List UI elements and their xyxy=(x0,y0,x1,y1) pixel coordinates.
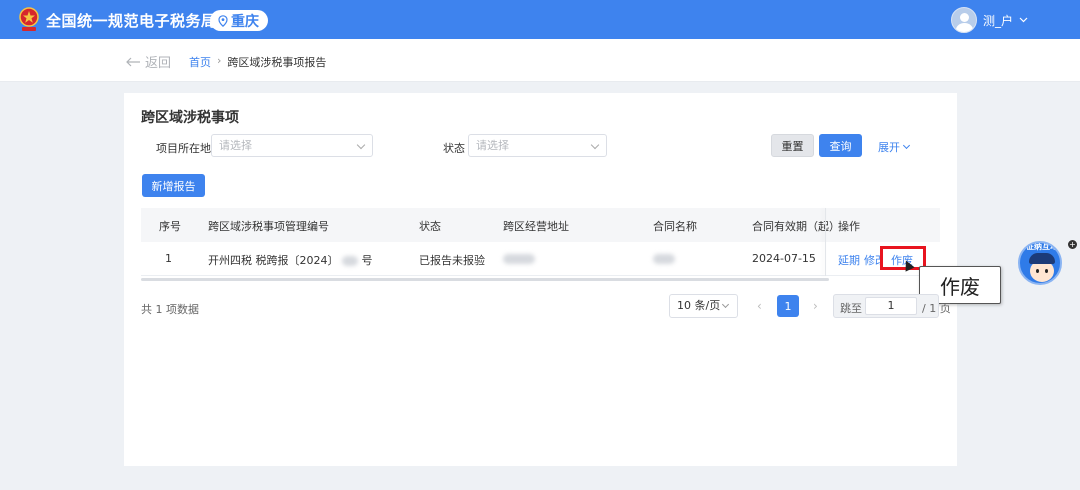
breadcrumb-separator: › xyxy=(217,54,222,67)
status-select-placeholder: 请选择 xyxy=(476,139,509,152)
table-row: 1 开州四税 税跨报〔2024〕 号 已报告未报验 2024-07-15 延期 … xyxy=(141,242,940,276)
assistant-avatar-icon: 征纳互动 xyxy=(1018,241,1062,285)
assistant-eye xyxy=(1036,269,1039,273)
column-header-status: 状态 xyxy=(419,220,441,233)
row-code-suffix: 号 xyxy=(361,254,373,267)
user-menu[interactable]: 测_户 xyxy=(950,7,1028,33)
next-page-button[interactable]: › xyxy=(813,299,818,313)
reset-button[interactable]: 重置 xyxy=(771,134,814,157)
chevron-down-icon xyxy=(1019,17,1028,23)
site-title: 全国统一规范电子税务局 xyxy=(46,12,217,30)
table-header: 序号 跨区域涉税事项管理编号 状态 跨区经营地址 合同名称 合同有效期（起） 操… xyxy=(141,208,940,242)
horizontal-scrollbar[interactable] xyxy=(141,278,829,281)
chevron-down-icon xyxy=(356,140,366,150)
location-select[interactable]: 请选择 xyxy=(211,134,373,157)
breadcrumb: 首页 › 跨区域涉税事项报告 xyxy=(189,54,326,70)
top-header: 全国统一规范电子税务局 重庆 测_户 xyxy=(0,0,1080,39)
breadcrumb-bar: 返回 首页 › 跨区域涉税事项报告 xyxy=(0,39,1080,82)
row-contract-name xyxy=(653,252,675,265)
row-code: 开州四税 税跨报〔2024〕 号 xyxy=(208,252,373,268)
row-status: 已报告未报验 xyxy=(419,254,485,267)
region-selector[interactable]: 重庆 xyxy=(210,10,268,31)
page-jumper: 跳至 1 / 1 页 xyxy=(833,294,951,318)
expand-filters-link[interactable]: 展开 xyxy=(878,139,911,155)
row-valid-from: 2024-07-15 xyxy=(752,252,816,265)
assistant-label: 征纳互动 xyxy=(1026,242,1058,251)
expand-label: 展开 xyxy=(878,141,900,154)
jump-label: 跳至 xyxy=(840,302,862,315)
main-panel: 跨区域涉税事项 项目所在地 请选择 状态 请选择 重置 查询 展开 新增报告 序… xyxy=(124,93,1001,466)
total-count: 共 1 项数据 xyxy=(141,303,199,316)
back-label: 返回 xyxy=(145,56,172,71)
breadcrumb-home-link[interactable]: 首页 xyxy=(189,54,211,70)
assistant-widget[interactable]: 征纳互动 xyxy=(1018,241,1063,291)
chevron-down-icon xyxy=(902,141,911,150)
user-name: 测_户 xyxy=(982,13,1013,28)
page-size-value: 10 条/页 xyxy=(677,299,721,312)
fixed-column-divider xyxy=(825,208,826,276)
extend-link[interactable]: 延期 xyxy=(838,252,860,268)
query-button[interactable]: 查询 xyxy=(819,134,862,157)
redacted-text xyxy=(342,256,358,266)
column-header-index: 序号 xyxy=(159,220,181,233)
page-size-select[interactable]: 10 条/页 xyxy=(669,294,738,318)
avatar xyxy=(950,7,977,33)
page-title: 跨区域涉税事项 xyxy=(141,110,239,126)
redacted-text xyxy=(653,254,675,264)
region-name: 重庆 xyxy=(231,13,259,30)
location-filter-label: 项目所在地 xyxy=(156,142,211,155)
column-header-contract-name: 合同名称 xyxy=(653,220,697,233)
location-select-placeholder: 请选择 xyxy=(219,139,252,152)
report-table: 序号 跨区域涉税事项管理编号 状态 跨区经营地址 合同名称 合同有效期（起） 操… xyxy=(141,208,940,281)
tax-emblem-icon xyxy=(19,7,39,31)
prev-page-button[interactable]: ‹ xyxy=(757,299,762,313)
jump-page-input[interactable]: 1 xyxy=(865,297,917,315)
column-header-address: 跨区经营地址 xyxy=(503,220,569,233)
row-index: 1 xyxy=(165,252,172,265)
row-address xyxy=(503,252,535,265)
back-button[interactable]: 返回 xyxy=(125,52,171,71)
breadcrumb-current: 跨区域涉税事项报告 xyxy=(227,56,327,69)
row-code-prefix: 开州四税 税跨报〔2024〕 xyxy=(208,254,339,267)
arrow-left-icon xyxy=(126,57,140,66)
status-select[interactable]: 请选择 xyxy=(468,134,607,157)
assistant-eye xyxy=(1045,269,1048,273)
location-pin-icon xyxy=(218,14,228,27)
status-filter-label: 状态 xyxy=(443,142,465,155)
plus-icon[interactable]: + xyxy=(1068,240,1077,249)
chevron-down-icon xyxy=(721,300,730,309)
column-header-actions: 操作 xyxy=(838,220,860,233)
assistant-hat xyxy=(1029,253,1055,264)
redacted-text xyxy=(503,254,535,264)
chevron-down-icon xyxy=(590,140,600,150)
page-number-current[interactable]: 1 xyxy=(777,295,799,317)
column-header-code: 跨区域涉税事项管理编号 xyxy=(208,220,329,233)
page-count: / 1 页 xyxy=(922,302,951,315)
column-header-valid-from: 合同有效期（起） xyxy=(752,220,840,233)
new-report-button[interactable]: 新增报告 xyxy=(142,174,205,197)
